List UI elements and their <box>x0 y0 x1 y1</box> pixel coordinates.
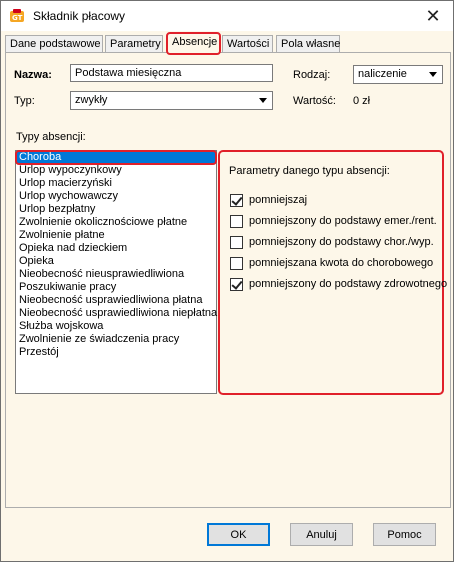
tab-strip: Dane podstawowe Parametry Absencje Warto… <box>5 32 451 55</box>
checkbox-emer-rent[interactable]: pomniejszony do podstawy emer./rent. <box>230 214 437 228</box>
list-item[interactable]: Opieka <box>16 255 216 268</box>
checkbox-chor-wyp[interactable]: pomniejszony do podstawy chor./wyp. <box>230 235 434 249</box>
list-item[interactable]: Opieka nad dzieckiem <box>16 242 216 255</box>
title-bar: GT Składnik płacowy ✕ <box>1 1 453 31</box>
type-select-value: zwykły <box>75 94 108 106</box>
tab-wartosci[interactable]: Wartości <box>222 35 273 53</box>
cancel-button[interactable]: Anuluj <box>290 523 353 546</box>
list-item[interactable]: Choroba <box>15 150 217 165</box>
dialog-window: GT Składnik płacowy ✕ Dane podstawowe Pa… <box>0 0 454 562</box>
list-item[interactable]: Urlop bezpłatny <box>16 203 216 216</box>
tab-parametry[interactable]: Parametry <box>105 35 163 53</box>
window-title: Składnik płacowy <box>33 9 126 23</box>
parameters-title: Parametry danego typu absencji: <box>229 165 390 177</box>
checkbox-pomniejszaj[interactable]: pomniejszaj <box>230 193 307 207</box>
list-item[interactable]: Nieobecność usprawiedliwiona niepłatna <box>16 307 217 320</box>
type-select[interactable]: zwykły <box>70 91 273 110</box>
absence-parameters-group: Parametry danego typu absencji: pomniejs… <box>218 150 447 395</box>
chevron-down-icon <box>259 98 267 103</box>
checkbox-label: pomniejszony do podstawy emer./rent. <box>249 215 437 227</box>
kind-select[interactable]: naliczenie <box>353 65 443 84</box>
close-button[interactable]: ✕ <box>413 1 453 31</box>
checkbox-label: pomniejszony do podstawy zdrowotnego <box>249 278 448 290</box>
tab-absencje[interactable]: Absencje <box>166 32 221 55</box>
type-label: Typ: <box>14 95 35 107</box>
absence-types-label: Typy absencji: <box>16 131 86 143</box>
list-item[interactable]: Przestój <box>16 346 216 359</box>
close-icon: ✕ <box>425 5 441 26</box>
list-item[interactable]: Urlop macierzyński <box>16 177 216 190</box>
list-item[interactable]: Urlop wypoczynkowy <box>16 164 216 177</box>
list-item[interactable]: Nieobecność usprawiedliwiona płatna <box>16 294 216 307</box>
help-button[interactable]: Pomoc <box>373 523 436 546</box>
checkbox-unchecked-icon[interactable] <box>230 235 243 249</box>
value-display: 0 zł <box>353 95 371 107</box>
tab-pola-wlasne[interactable]: Pola własne <box>276 35 340 53</box>
ok-button[interactable]: OK <box>207 523 270 546</box>
app-icon: GT <box>10 9 24 22</box>
kind-label: Rodzaj: <box>293 69 331 81</box>
tab-dane-podstawowe[interactable]: Dane podstawowe <box>5 35 103 53</box>
checkbox-label: pomniejszaj <box>249 194 308 206</box>
checkbox-checked-icon[interactable] <box>230 277 243 291</box>
chevron-down-icon <box>429 72 437 77</box>
svg-text:GT: GT <box>12 14 23 22</box>
name-label: Nazwa: <box>14 69 52 81</box>
list-item[interactable]: Zwolnienie płatne <box>16 229 216 242</box>
list-item[interactable]: Nieobecność nieusprawiedliwiona <box>16 268 216 281</box>
list-item[interactable]: Zwolnienie ze świadczenia pracy <box>16 333 216 346</box>
checkbox-unchecked-icon[interactable] <box>230 214 243 228</box>
list-item[interactable]: Poszukiwanie pracy <box>16 281 216 294</box>
checkbox-zdrowotny[interactable]: pomniejszony do podstawy zdrowotnego <box>230 277 447 291</box>
list-item[interactable]: Zwolnienie okolicznościowe płatne <box>16 216 216 229</box>
absence-types-list[interactable]: Choroba Urlop wypoczynkowy Urlop macierz… <box>15 150 217 394</box>
checkbox-checked-icon[interactable] <box>230 193 243 207</box>
tab-panel-absencje: Nazwa: Podstawa miesięczna Rodzaj: nalic… <box>5 52 451 508</box>
list-item[interactable]: Służba wojskowa <box>16 320 216 333</box>
value-label: Wartość: <box>293 95 336 107</box>
checkbox-kwota-chorobowe[interactable]: pomniejszana kwota do chorobowego <box>230 256 433 270</box>
checkbox-unchecked-icon[interactable] <box>230 256 243 270</box>
name-field[interactable]: Podstawa miesięczna <box>70 64 273 82</box>
kind-select-value: naliczenie <box>358 68 407 80</box>
checkbox-label: pomniejszana kwota do chorobowego <box>249 257 434 269</box>
list-item[interactable]: Urlop wychowawczy <box>16 190 216 203</box>
checkbox-label: pomniejszony do podstawy chor./wyp. <box>249 236 434 248</box>
